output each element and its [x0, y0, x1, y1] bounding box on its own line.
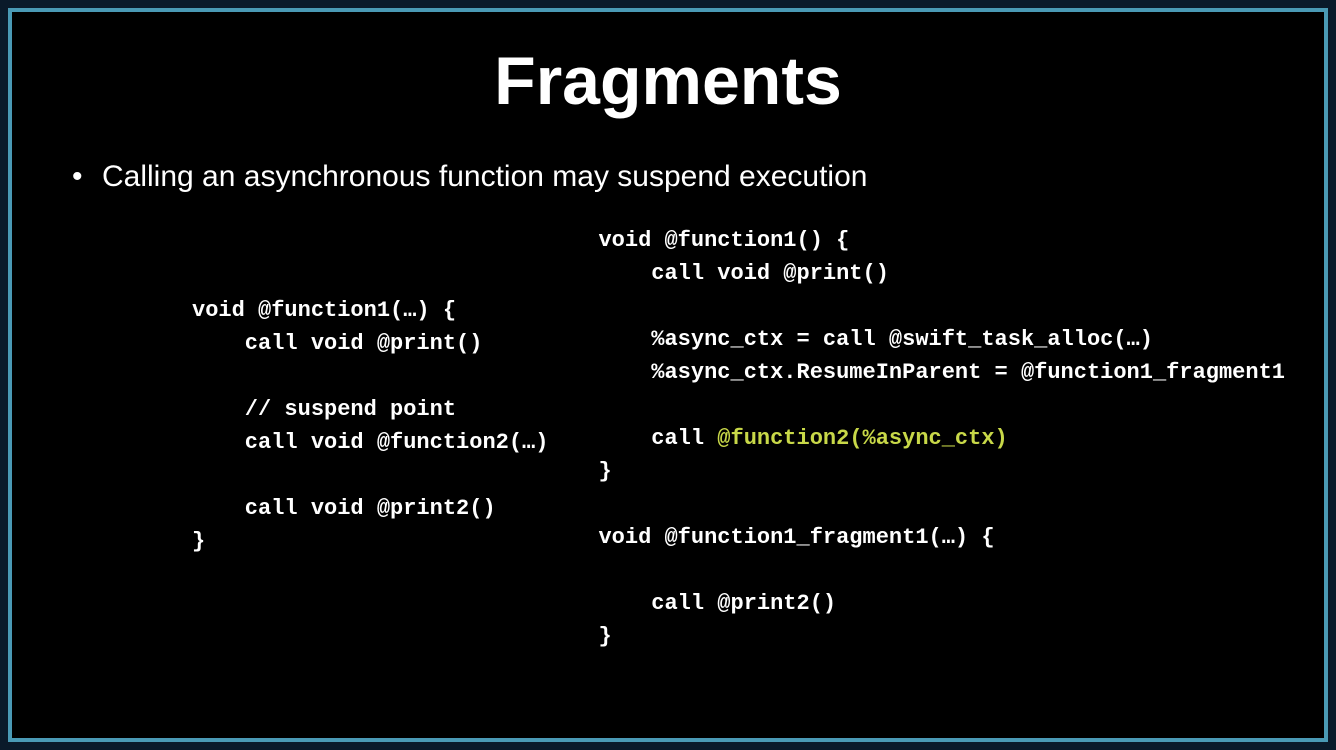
code-line: // suspend point: [192, 397, 456, 422]
code-line: }: [598, 459, 611, 484]
code-line: void @function1(…) {: [192, 298, 456, 323]
code-line: call void @print(): [192, 331, 482, 356]
code-line: void @function1() {: [598, 228, 849, 253]
code-line: }: [192, 529, 205, 554]
code-line: %async_ctx.ResumeInParent = @function1_f…: [598, 360, 1285, 385]
code-block-left: void @function1(…) { call void @print() …: [192, 224, 548, 653]
slide-frame: Fragments Calling an asynchronous functi…: [8, 8, 1328, 742]
slide-title: Fragments: [52, 42, 1284, 120]
code-line: call: [598, 426, 717, 451]
code-columns: void @function1(…) { call void @print() …: [52, 224, 1284, 653]
code-line: call void @print(): [598, 261, 888, 286]
code-line-highlight: @function2(%async_ctx): [717, 426, 1007, 451]
code-line: call void @function2(…): [192, 430, 548, 455]
bullet-item: Calling an asynchronous function may sus…: [72, 160, 1284, 194]
code-block-right: void @function1() { call void @print() %…: [598, 224, 1285, 653]
code-line: call void @print2(): [192, 496, 496, 521]
code-line: }: [598, 624, 611, 649]
code-line: void @function1_fragment1(…) {: [598, 525, 994, 550]
code-line: call @print2(): [598, 591, 836, 616]
code-line: %async_ctx = call @swift_task_alloc(…): [598, 327, 1153, 352]
bullet-list: Calling an asynchronous function may sus…: [52, 160, 1284, 194]
